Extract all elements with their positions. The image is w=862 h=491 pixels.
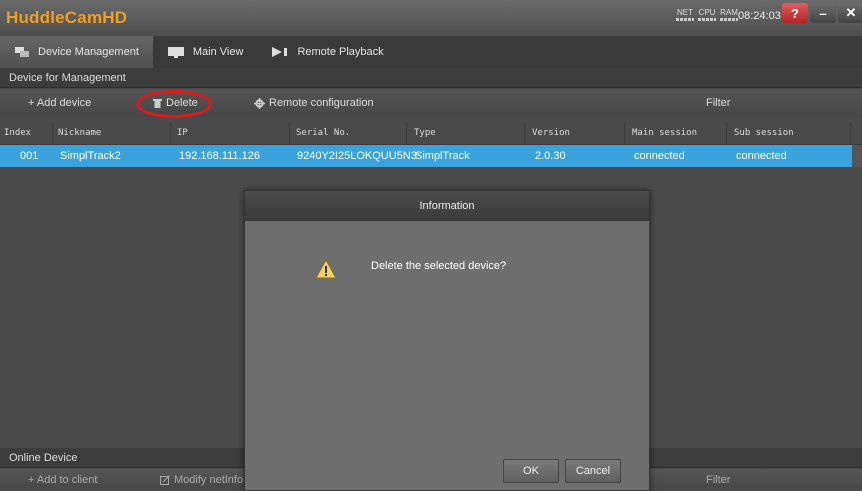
cpu-meter: CPU bbox=[698, 8, 716, 21]
modify-netinfo-label: Modify netInfo bbox=[174, 474, 244, 486]
edit-icon bbox=[160, 475, 170, 485]
cell-nickname: SimplTrack2 bbox=[60, 150, 121, 162]
playback-icon bbox=[272, 47, 288, 57]
column-serial[interactable]: Serial No. bbox=[296, 122, 407, 144]
column-index[interactable]: Index bbox=[4, 122, 53, 144]
add-to-client-button[interactable]: + Add to client bbox=[28, 469, 97, 491]
add-device-button[interactable]: + Add device bbox=[28, 89, 91, 117]
tab-label: Remote Playback bbox=[297, 46, 384, 58]
tab-device-management[interactable]: Device Management bbox=[0, 36, 153, 68]
cell-sub-session: connected bbox=[736, 150, 787, 162]
devices-icon bbox=[15, 47, 29, 57]
remote-configuration-button[interactable]: Remote configuration bbox=[254, 89, 374, 117]
minimize-button[interactable]: – bbox=[810, 3, 836, 23]
clock: 08:24:03 bbox=[738, 10, 781, 22]
cancel-button[interactable]: Cancel bbox=[565, 459, 621, 483]
cell-type: SimplTrack bbox=[415, 150, 470, 162]
app-logo: HuddleCamHD bbox=[6, 8, 128, 27]
dialog-message: Delete the selected device? bbox=[371, 260, 507, 272]
title-bar: HuddleCamHD NET CPU RAM 08:24:03 ? – ✕ bbox=[0, 0, 862, 37]
ok-button[interactable]: OK bbox=[503, 459, 559, 483]
tab-remote-playback[interactable]: Remote Playback bbox=[257, 36, 397, 68]
delete-highlight-circle bbox=[136, 90, 212, 118]
managed-toolbar: + Add device Delete Remote configuration… bbox=[0, 89, 862, 117]
ram-label: RAM bbox=[720, 8, 738, 17]
warning-icon bbox=[315, 259, 337, 279]
cell-main-session: connected bbox=[634, 150, 685, 162]
main-tabs: Device Management Main View Remote Playb… bbox=[0, 36, 862, 68]
close-button[interactable]: ✕ bbox=[838, 3, 862, 23]
column-nickname[interactable]: Nickname bbox=[58, 122, 171, 144]
help-button[interactable]: ? bbox=[782, 3, 808, 23]
gear-icon bbox=[254, 97, 265, 109]
dialog-title: Information bbox=[245, 191, 649, 221]
managed-devices-header: Device for Management bbox=[0, 68, 862, 88]
resource-meters: NET CPU RAM bbox=[676, 8, 738, 21]
column-sub-session[interactable]: Sub session bbox=[734, 122, 851, 144]
tab-label: Main View bbox=[192, 46, 244, 58]
modify-netinfo-button[interactable]: Modify netInfo bbox=[160, 469, 243, 491]
net-meter: NET bbox=[676, 8, 694, 21]
online-filter-button[interactable]: Filter bbox=[706, 469, 730, 491]
tab-main-view[interactable]: Main View bbox=[153, 36, 258, 68]
column-main-session[interactable]: Main session bbox=[632, 122, 727, 144]
scrollbar[interactable] bbox=[852, 145, 862, 167]
cell-serial: 9240Y2I25LOKQUU5N3: bbox=[297, 150, 420, 162]
device-table-header: Index Nickname IP Serial No. Type Versio… bbox=[0, 122, 862, 145]
information-dialog: Information Delete the selected device? … bbox=[244, 190, 650, 491]
remote-configuration-label: Remote configuration bbox=[269, 97, 374, 109]
cpu-label: CPU bbox=[698, 8, 716, 17]
tab-label: Device Management bbox=[38, 46, 139, 58]
column-version[interactable]: Version bbox=[532, 122, 625, 144]
monitor-icon bbox=[167, 46, 184, 58]
filter-button[interactable]: Filter bbox=[706, 89, 730, 117]
table-row[interactable]: 001 SimplTrack2 192.168.111.126 9240Y2I2… bbox=[0, 145, 852, 167]
net-label: NET bbox=[677, 8, 693, 17]
cell-index: 001 bbox=[20, 150, 39, 162]
cell-ip: 192.168.111.126 bbox=[179, 150, 260, 162]
column-type[interactable]: Type bbox=[414, 122, 525, 144]
ram-meter: RAM bbox=[720, 8, 738, 21]
cell-version: 2.0.30 bbox=[535, 150, 566, 162]
column-ip[interactable]: IP bbox=[177, 122, 290, 144]
